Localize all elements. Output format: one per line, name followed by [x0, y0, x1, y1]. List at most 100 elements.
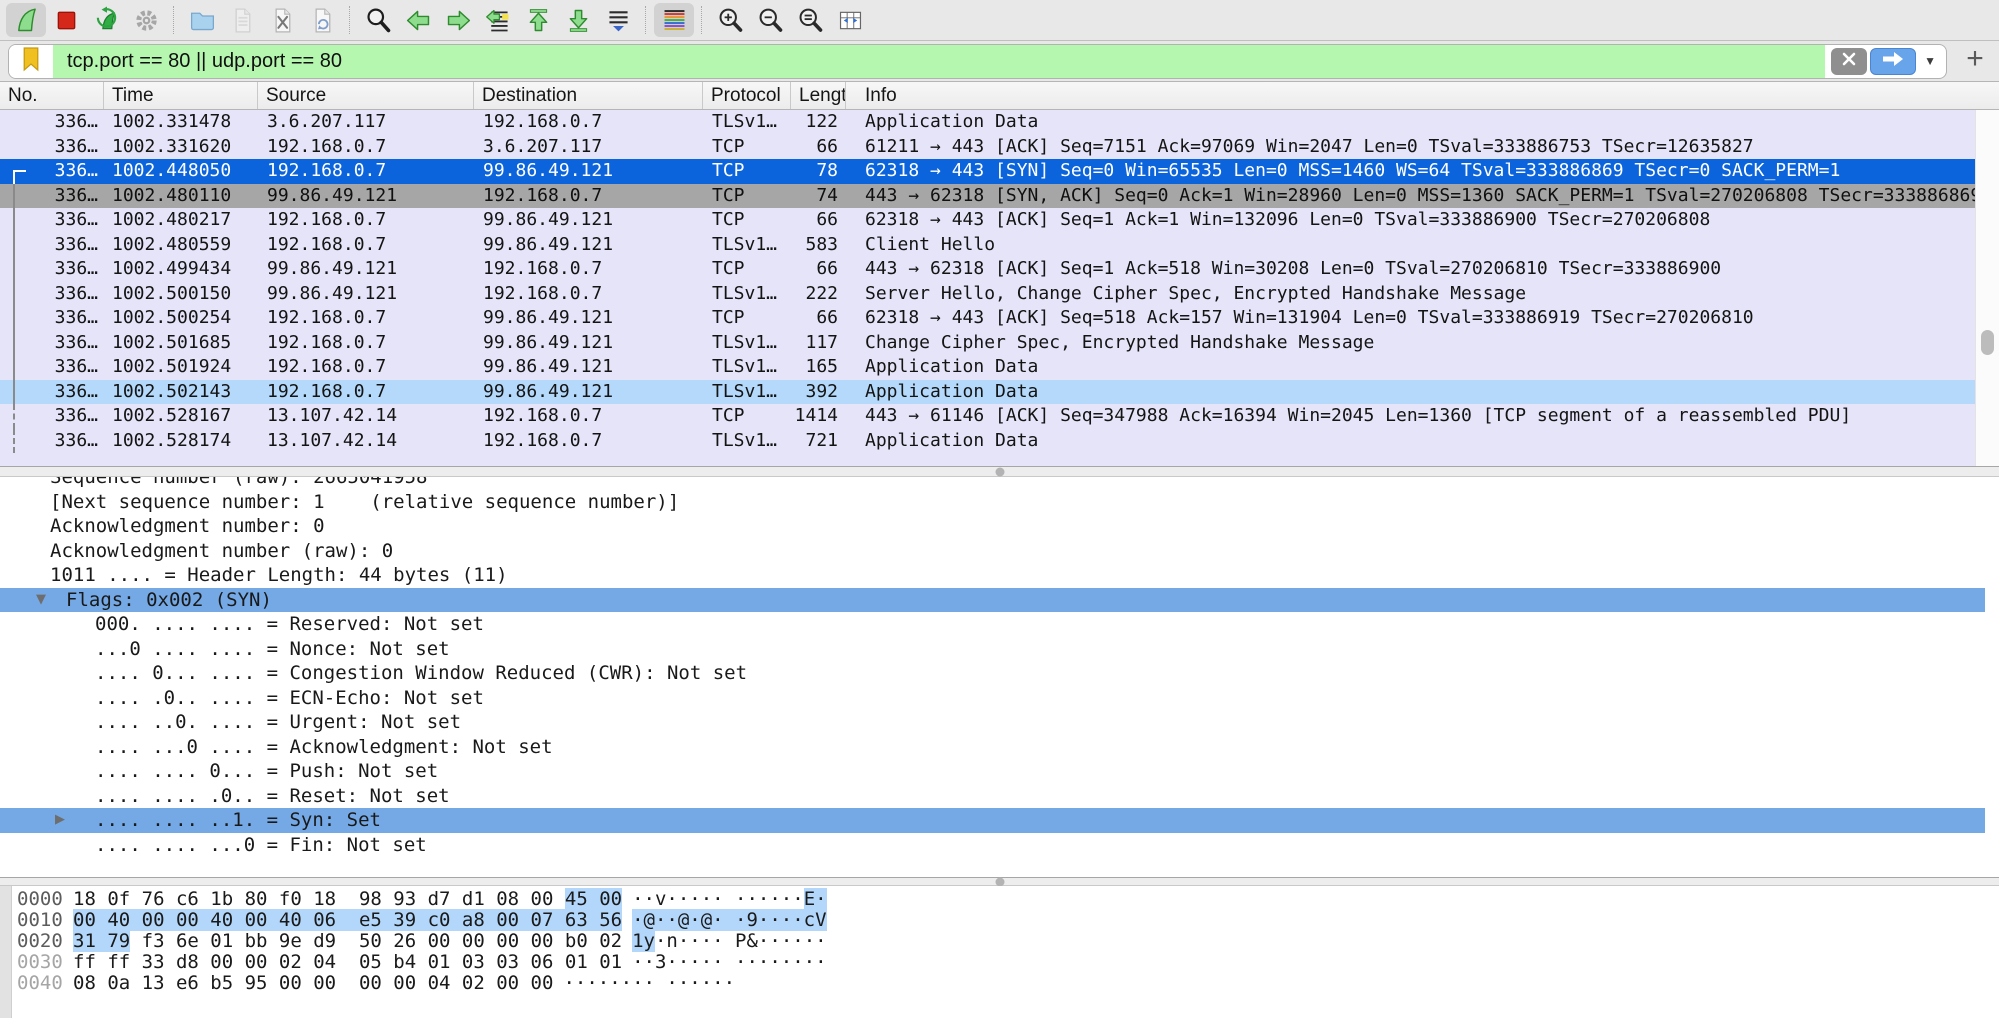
column-header-length[interactable]: Length: [791, 82, 846, 109]
packet-row[interactable]: 336…1002.3314783.6.207.117192.168.0.7TLS…: [0, 110, 1975, 135]
details-splitter[interactable]: [0, 466, 1999, 477]
packet-detail-line[interactable]: ...0 .... .... = Nonce: Not set: [0, 637, 1999, 662]
hex-row[interactable]: 000018 0f 76 c6 1b 80 f0 18 98 93 d7 d1 …: [0, 889, 1999, 910]
hex-bytes-segment: ff ff 33 d8 00 00 02 04 05 b4 01 03 03 0…: [73, 951, 622, 973]
colorize-packets-button[interactable]: [654, 3, 694, 37]
scrollbar-thumb[interactable]: [1981, 330, 1994, 355]
column-header-time[interactable]: Time: [104, 82, 258, 109]
column-header-destination[interactable]: Destination: [474, 82, 703, 109]
expand-triangle-icon[interactable]: ▶: [55, 808, 65, 833]
cell-protocol: TLSv1…: [703, 282, 791, 307]
cell-info: Client Hello: [846, 233, 995, 258]
packet-rows: 336…1002.3314783.6.207.117192.168.0.7TLS…: [0, 110, 1975, 466]
cell-info: 443 → 62318 [ACK] Seq=1 Ack=518 Win=3020…: [846, 257, 1721, 282]
filter-apply-button[interactable]: [1870, 48, 1916, 75]
display-filter-input[interactable]: tcp.port == 80 || udp.port == 80 ▼: [8, 44, 1947, 79]
packet-detail-line[interactable]: Acknowledgment number: 0: [0, 514, 1999, 539]
hex-bytes: 08 0a 13 e6 b5 95 00 00 00 00 04 02 00 0…: [73, 972, 553, 994]
packet-detail-line[interactable]: [Next sequence number: 1 (relative seque…: [0, 490, 1999, 515]
packet-row[interactable]: 336…1002.49943499.86.49.121192.168.0.7TC…: [0, 257, 1975, 282]
cell-protocol: TCP: [703, 159, 791, 184]
find-packet-button[interactable]: [358, 3, 398, 37]
go-back-button[interactable]: [398, 3, 438, 37]
restart-capture-button[interactable]: [86, 3, 126, 37]
packet-row[interactable]: 336…1002.501924192.168.0.799.86.49.121TL…: [0, 355, 1975, 380]
packet-detail-line[interactable]: .... .0.. .... = ECN-Echo: Not set: [0, 686, 1999, 711]
detail-text: .... .... .0.. = Reset: Not set: [0, 784, 1999, 809]
packet-row[interactable]: 336…1002.50015099.86.49.121192.168.0.7TL…: [0, 282, 1975, 307]
cell-no: 336…: [0, 135, 104, 160]
collapse-triangle-icon[interactable]: ▼: [36, 588, 46, 613]
cell-info: 62318 → 443 [ACK] Seq=1 Ack=1 Win=132096…: [846, 208, 1710, 233]
detail-text: ...0 .... .... = Nonce: Not set: [0, 637, 1999, 662]
hex-row[interactable]: 0030ff ff 33 d8 00 00 02 04 05 b4 01 03 …: [0, 952, 1999, 973]
bytes-splitter[interactable]: [0, 877, 1999, 886]
packet-detail-line[interactable]: .... .... 0... = Push: Not set: [0, 759, 1999, 784]
ascii-bytes: ··3····· ········: [632, 951, 826, 973]
packet-row[interactable]: 336…1002.501685192.168.0.799.86.49.121TL…: [0, 331, 1975, 356]
filter-clear-button[interactable]: [1831, 48, 1867, 75]
packet-row[interactable]: 336…1002.448050192.168.0.799.86.49.121TC…: [0, 159, 1975, 184]
stop-capture-button[interactable]: [46, 3, 86, 37]
cell-length: 165: [791, 355, 846, 380]
packet-detail-line[interactable]: Acknowledgment number (raw): 0: [0, 539, 1999, 564]
packet-row[interactable]: 336…1002.52817413.107.42.14192.168.0.7TL…: [0, 429, 1975, 454]
packet-detail-line[interactable]: .... .... ...0 = Fin: Not set: [0, 833, 1999, 858]
go-forward-button[interactable]: [438, 3, 478, 37]
hex-row[interactable]: 002031 79 f3 6e 01 bb 9e d9 50 26 00 00 …: [0, 931, 1999, 952]
go-to-first-button[interactable]: [518, 3, 558, 37]
packet-detail-line[interactable]: ▼Flags: 0x002 (SYN): [0, 588, 1985, 613]
open-capture-file-button[interactable]: [182, 3, 222, 37]
zoom-in-button[interactable]: [710, 3, 750, 37]
filter-history-dropdown[interactable]: ▼: [1924, 54, 1936, 68]
column-header-no[interactable]: No.: [0, 82, 104, 109]
packet-row[interactable]: 336…1002.331620192.168.0.73.6.207.117TCP…: [0, 135, 1975, 160]
filter-expression-field[interactable]: tcp.port == 80 || udp.port == 80: [53, 45, 1825, 78]
packet-detail-line[interactable]: .... ...0 .... = Acknowledgment: Not set: [0, 735, 1999, 760]
packet-detail-line[interactable]: .... .... .0.. = Reset: Not set: [0, 784, 1999, 809]
cell-no: 336…: [0, 404, 104, 429]
cell-time: 1002.480559: [104, 233, 258, 258]
detail-text: Flags: 0x002 (SYN): [0, 588, 1985, 613]
packet-row[interactable]: 336…1002.480559192.168.0.799.86.49.121TL…: [0, 233, 1975, 258]
go-to-last-icon: [564, 6, 593, 35]
go-to-packet-button[interactable]: [478, 3, 518, 37]
packet-detail-line[interactable]: .... 0... .... = Congestion Window Reduc…: [0, 661, 1999, 686]
ascii-segment: ·n···· P&······: [655, 930, 827, 952]
column-header-protocol[interactable]: Protocol: [703, 82, 791, 109]
save-capture-file-button[interactable]: [222, 3, 262, 37]
close-capture-file-button[interactable]: [262, 3, 302, 37]
cell-no: 336…: [0, 184, 104, 209]
zoom-reset-button[interactable]: [790, 3, 830, 37]
column-header-source[interactable]: Source: [258, 82, 474, 109]
packet-detail-line[interactable]: Sequence number (raw): 2665041958: [0, 477, 1999, 490]
hex-row[interactable]: 004008 0a 13 e6 b5 95 00 00 00 00 04 02 …: [0, 973, 1999, 994]
cell-time: 1002.501924: [104, 355, 258, 380]
cell-destination: 99.86.49.121: [474, 380, 703, 405]
packet-row[interactable]: 336…1002.500254192.168.0.799.86.49.121TC…: [0, 306, 1975, 331]
add-filter-button[interactable]: +: [1959, 46, 1991, 76]
capture-options-button[interactable]: [126, 3, 166, 37]
packet-row[interactable]: 336…1002.48011099.86.49.121192.168.0.7TC…: [0, 184, 1975, 209]
packet-detail-line[interactable]: .... ..0. .... = Urgent: Not set: [0, 710, 1999, 735]
packet-row[interactable]: 336…1002.502143192.168.0.799.86.49.121TL…: [0, 380, 1975, 405]
start-capture-button[interactable]: [6, 3, 46, 37]
go-to-last-button[interactable]: [558, 3, 598, 37]
packet-detail-line[interactable]: ▶.... .... ..1. = Syn: Set: [0, 808, 1985, 833]
packet-row[interactable]: 336…1002.480217192.168.0.799.86.49.121TC…: [0, 208, 1975, 233]
packet-row[interactable]: 336…1002.52816713.107.42.14192.168.0.7TC…: [0, 404, 1975, 429]
packet-detail-line[interactable]: 000. .... .... = Reserved: Not set: [0, 612, 1999, 637]
resize-columns-button[interactable]: [830, 3, 870, 37]
zoom-out-button[interactable]: [750, 3, 790, 37]
packet-detail-line[interactable]: 1011 .... = Header Length: 44 bytes (11): [0, 563, 1999, 588]
auto-scroll-button[interactable]: [598, 3, 638, 37]
cell-protocol: TLSv1…: [703, 110, 791, 135]
apply-arrow-icon: [1881, 51, 1905, 72]
cell-protocol: TLSv1…: [703, 380, 791, 405]
column-header-info[interactable]: Info: [846, 82, 897, 109]
hex-row[interactable]: 001000 40 00 00 40 00 40 06 e5 39 c0 a8 …: [0, 910, 1999, 931]
reload-capture-file-button[interactable]: [302, 3, 342, 37]
detail-text: .... ..0. .... = Urgent: Not set: [0, 710, 1999, 735]
filter-bookmark-button[interactable]: [9, 45, 53, 78]
packet-list-scrollbar[interactable]: [1975, 110, 1999, 466]
